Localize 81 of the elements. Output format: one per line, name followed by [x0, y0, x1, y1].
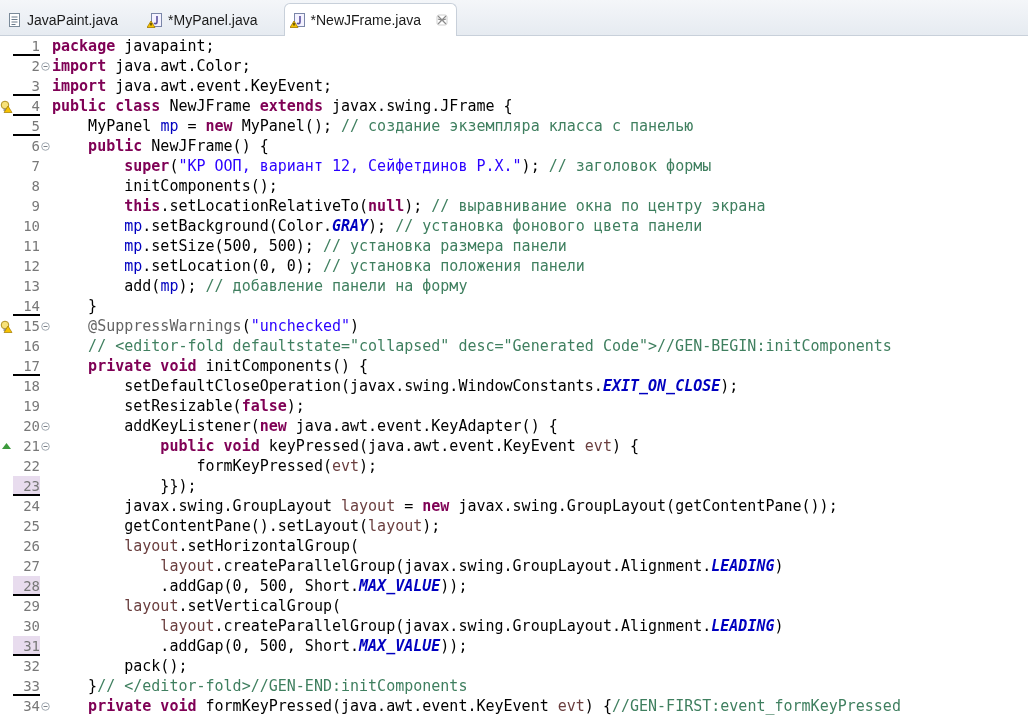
line-number: 10 — [22, 217, 40, 236]
code-line: .addGap(0, 500, Short.MAX_VALUE)); — [159, 576, 468, 596]
line-number: 14 — [13, 296, 40, 316]
line-number: 13 — [22, 277, 40, 296]
collapse-icon[interactable] — [41, 61, 50, 71]
line-number: 23 — [13, 476, 40, 496]
code-line: formKeyPressed(evt); — [195, 456, 378, 476]
line-number: 12 — [22, 257, 40, 276]
line-number: 20 — [22, 417, 40, 436]
line-number: 21 — [22, 437, 40, 456]
collapse-icon[interactable] — [41, 321, 50, 331]
line-number: 26 — [22, 537, 40, 556]
line-number: 29 — [22, 597, 40, 616]
line-number: 6 — [30, 137, 40, 156]
line-number: 25 — [22, 517, 40, 536]
editor-tab[interactable]: *NewJFrame.java — [283, 3, 458, 36]
code-line: pack(); — [123, 656, 188, 676]
code-line: @SuppressWarnings("unchecked") — [87, 316, 360, 336]
line-number: 3 — [13, 76, 40, 96]
code-line: addKeyListener(new java.awt.event.KeyAdapter() { — [123, 416, 558, 436]
line-number: 15 — [22, 317, 40, 336]
code-line: initComponents(); — [123, 176, 278, 196]
collapse-icon[interactable] — [41, 141, 50, 151]
code-line: private void initComponents() { — [87, 356, 369, 376]
code-line: getContentPane().setLayout(layout); — [123, 516, 441, 536]
code-line: mp.setBackground(Color.GRAY); // установка фонового цвета панели — [123, 216, 703, 236]
line-number: 27 — [22, 557, 40, 576]
line-number: 18 — [22, 377, 40, 396]
code-line: public NewJFrame() { — [87, 136, 269, 156]
line-number: 9 — [30, 197, 40, 216]
code-line: this.setLocationRelativeTo(null); // выравнивание окна по центру экрана — [123, 196, 766, 216]
document-icon — [7, 11, 22, 28]
line-number: 31 — [13, 636, 40, 656]
code-line: // <editor-fold defaultstate="collapsed" desc="Generated Code">//GEN-BEGIN:initComponents — [87, 336, 892, 356]
line-number: 17 — [13, 356, 40, 376]
code-line: layout.createParallelGroup(javax.swing.GroupLayout.Alignment.LEADING) — [159, 616, 784, 636]
code-line: javax.swing.GroupLayout layout = new javax.swing.GroupLayout(getContentPane()); — [123, 496, 838, 516]
code-line: mp.setLocation(0, 0); // установка положения панели — [123, 256, 585, 276]
line-number: 7 — [30, 157, 40, 176]
code-line: import java.awt.Color; — [52, 56, 251, 76]
code-line: layout.createParallelGroup(javax.swing.GroupLayout.Alignment.LEADING) — [159, 556, 784, 576]
code-line: }// </editor-fold>//GEN-END:initComponents — [87, 676, 468, 696]
code-line: layout.setVerticalGroup( — [123, 596, 341, 616]
line-number: 16 — [22, 337, 40, 356]
code-line: import java.awt.event.KeyEvent; — [52, 76, 332, 96]
code-line: MyPanel mp = new MyPanel(); // создание экземпляра класса с панелью — [87, 116, 694, 136]
code-line: add(mp); // добавление панели на форму — [123, 276, 468, 296]
line-number: 4 — [13, 96, 40, 116]
line-number: 24 — [22, 497, 40, 516]
code-line: mp.setSize(500, 500); // установка размера панели — [123, 236, 567, 256]
code-line: public void keyPressed(java.awt.event.KeyEvent evt) { — [159, 436, 639, 456]
code-line: setDefaultCloseOperation(javax.swing.WindowConstants.EXIT_ON_CLOSE); — [123, 376, 739, 396]
code-line: package javapaint; — [52, 36, 215, 56]
line-number: 22 — [22, 457, 40, 476]
close-icon[interactable] — [436, 14, 449, 26]
collapse-icon[interactable] — [41, 701, 50, 711]
editor-tab[interactable]: JavaPaint.java — [2, 4, 133, 35]
collapse-icon[interactable] — [41, 421, 50, 431]
line-number: 11 — [22, 237, 40, 256]
collapse-icon[interactable] — [41, 441, 50, 451]
code-line: .addGap(0, 500, Short.MAX_VALUE)); — [159, 636, 468, 656]
line-number: 34 — [22, 697, 40, 715]
line-number: 1 — [13, 36, 40, 56]
code-line: public class NewJFrame extends javax.swing.JFrame { — [52, 96, 513, 116]
line-number: 8 — [30, 177, 40, 196]
line-number: 32 — [22, 657, 40, 676]
line-number: 30 — [22, 617, 40, 636]
java-file-warning-icon — [147, 11, 164, 28]
code-line: layout.setHorizontalGroup( — [123, 536, 360, 556]
code-line: private void formKeyPressed(java.awt.event.KeyEvent evt) {//GEN-FIRST:event_formKeyPressed — [87, 696, 901, 715]
code-line: } — [87, 296, 98, 316]
code-line: }}); — [159, 476, 197, 496]
java-file-warning-icon — [289, 12, 306, 28]
line-number: 5 — [13, 116, 40, 136]
code-line: setResizable(false); — [123, 396, 305, 416]
code-line: super("КР ООП, вариант 12, Сейфетдинов Р.Х."); // заголовок формы — [123, 156, 712, 176]
line-number: 19 — [22, 397, 40, 416]
line-number: 33 — [13, 676, 40, 696]
editor-tab[interactable]: *MyPanel.java — [142, 4, 272, 35]
line-number: 2 — [30, 57, 40, 76]
line-number: 28 — [13, 576, 40, 596]
